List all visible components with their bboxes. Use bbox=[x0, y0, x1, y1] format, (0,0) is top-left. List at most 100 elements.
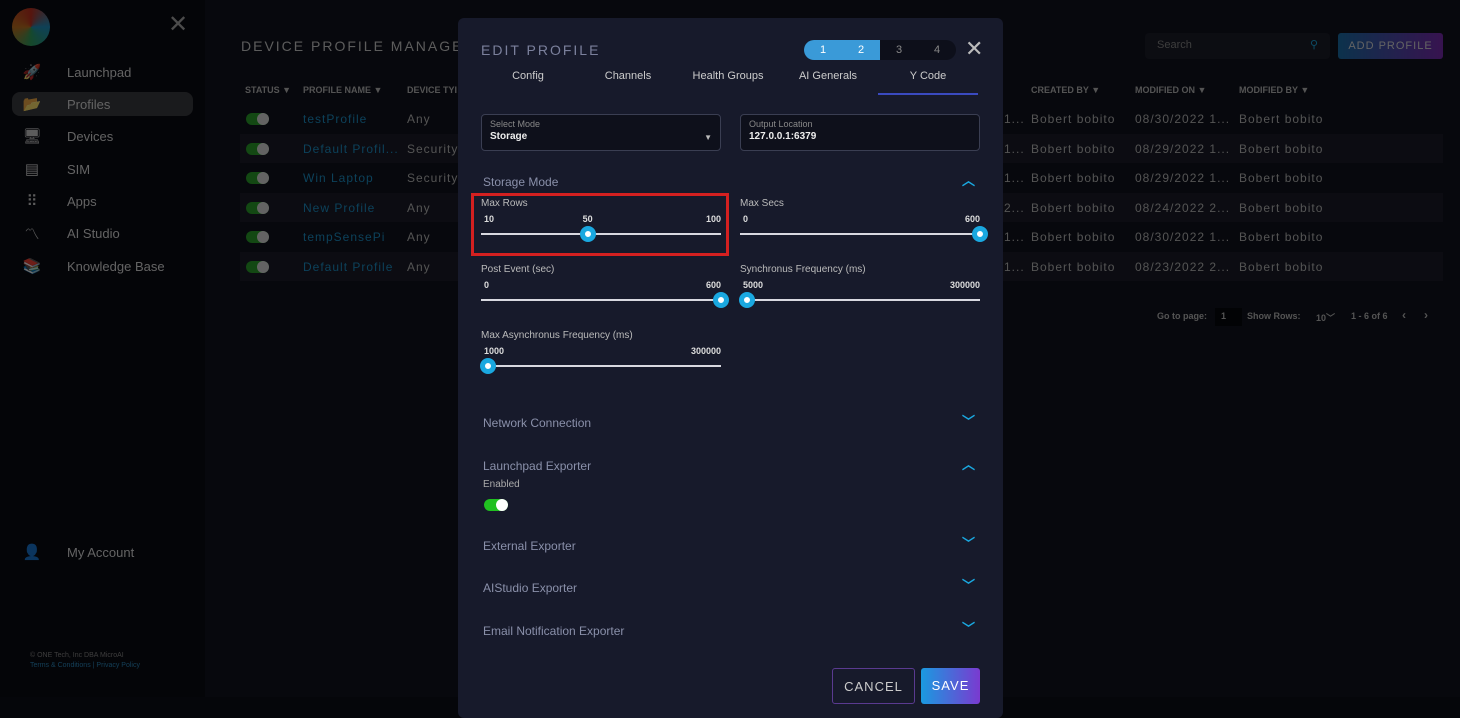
slider-max: 300000 bbox=[949, 280, 980, 290]
rows-per-page-select[interactable]: 10﹀ bbox=[1316, 311, 1335, 324]
ai-studio-icon: 〽 bbox=[24, 225, 40, 243]
output-location-input[interactable]: Output Location 127.0.0.1:6379 bbox=[740, 114, 980, 151]
launchpad-exporter-header[interactable]: Launchpad Exporter bbox=[483, 459, 591, 473]
slider-track[interactable] bbox=[481, 299, 721, 301]
device-type-cell: Security bbox=[407, 141, 459, 156]
chevron-down-icon[interactable]: ﹀ bbox=[962, 533, 975, 552]
modified-by-cell: Bobert bobito bbox=[1239, 171, 1324, 185]
chevron-down-icon[interactable]: ﹀ bbox=[962, 575, 975, 594]
slider-max: 600 bbox=[705, 280, 721, 290]
column-header-modified-by[interactable]: MODIFIED BY ▼ bbox=[1239, 85, 1309, 95]
column-header-modified-on[interactable]: MODIFIED ON ▼ bbox=[1135, 85, 1206, 95]
status-toggle[interactable] bbox=[246, 113, 269, 125]
modified-on-cell: 08/30/2022 1... bbox=[1135, 230, 1231, 244]
step-4[interactable]: 4 bbox=[918, 40, 956, 60]
slider-track[interactable] bbox=[740, 299, 980, 301]
modified-by-cell: Bobert bobito bbox=[1239, 141, 1324, 156]
modified-on-cell: 08/30/2022 1... bbox=[1135, 112, 1231, 126]
sidebar-item-ai-studio[interactable]: 〽 AI Studio bbox=[12, 221, 193, 245]
status-toggle[interactable] bbox=[246, 201, 269, 214]
slider-thumb[interactable] bbox=[739, 292, 756, 308]
slider-min: 5000 bbox=[743, 280, 764, 290]
column-header-profile-name[interactable]: PROFILE NAME ▼ bbox=[303, 85, 382, 95]
chevron-down-icon[interactable]: ﹀ bbox=[962, 411, 975, 430]
goto-page-input[interactable]: 1 bbox=[1215, 308, 1242, 326]
sidebar-item-my-account[interactable]: 👤 My Account bbox=[12, 540, 193, 564]
sidebar-item-knowledge-base[interactable]: 📚 Knowledge Base bbox=[12, 254, 193, 278]
slider-post-event-sec[interactable]: Post Event (sec) 0 600 bbox=[481, 264, 729, 324]
chevron-up-icon[interactable]: ︿ bbox=[962, 454, 975, 473]
status-toggle[interactable] bbox=[246, 142, 269, 155]
search-input[interactable]: Search ⚲ bbox=[1145, 33, 1330, 59]
profile-name-link[interactable]: testProfile bbox=[303, 112, 367, 126]
step-3[interactable]: 3 bbox=[880, 40, 918, 60]
save-button[interactable]: SAVE bbox=[921, 668, 980, 704]
tab-ai-generals[interactable]: AI Generals bbox=[778, 68, 878, 95]
network-connection-header[interactable]: Network Connection bbox=[483, 416, 591, 430]
sidebar-item-devices[interactable]: 🖥 Devices bbox=[12, 124, 193, 148]
sidebar-item-launchpad[interactable]: 🚀 Launchpad bbox=[12, 60, 193, 84]
slider-thumb[interactable] bbox=[972, 226, 988, 242]
step-1[interactable]: 1 bbox=[804, 40, 842, 60]
chevron-up-icon[interactable]: ︿ bbox=[962, 170, 975, 189]
slider-label: Synchronus Frequency (ms) bbox=[740, 264, 866, 275]
page-title: DEVICE PROFILE MANAGEM bbox=[241, 38, 478, 54]
slider-thumb[interactable] bbox=[713, 292, 729, 308]
slider-min: 0 bbox=[484, 280, 490, 290]
sidebar-item-sim[interactable]: ▤ SIM bbox=[12, 157, 193, 181]
column-header-device-type[interactable]: DEVICE TYI bbox=[407, 85, 457, 95]
chevron-down-icon[interactable]: ﹀ bbox=[962, 618, 975, 637]
grid-icon: ⠿ bbox=[26, 193, 38, 210]
slider-max-asynchronus-frequency-ms[interactable]: Max Asynchronus Frequency (ms) 1000 3000… bbox=[480, 330, 721, 390]
sidebar-item-apps[interactable]: ⠿ Apps bbox=[12, 189, 193, 213]
tab-channels[interactable]: Channels bbox=[578, 68, 678, 95]
prev-page-icon[interactable]: ‹ bbox=[1402, 308, 1406, 322]
sidebar-item-profiles[interactable]: 📂 Profiles bbox=[12, 92, 193, 116]
launchpad-enabled-toggle[interactable] bbox=[484, 499, 508, 511]
profile-name-link[interactable]: Win Laptop bbox=[303, 171, 374, 185]
modified-on-cell: 08/24/2022 2... bbox=[1135, 200, 1231, 215]
status-toggle[interactable] bbox=[246, 172, 269, 184]
slider-synchronus-frequency-ms[interactable]: Synchronus Frequency (ms) 5000 300000 bbox=[739, 264, 980, 324]
close-icon[interactable]: ✕ bbox=[965, 36, 983, 62]
search-icon[interactable]: ⚲ bbox=[1310, 38, 1318, 51]
storage-mode-header[interactable]: Storage Mode bbox=[483, 175, 558, 189]
clipped-cell: 2... bbox=[1004, 200, 1025, 215]
profile-name-link[interactable]: tempSensePi bbox=[303, 230, 385, 244]
column-header-created-by[interactable]: CREATED BY ▼ bbox=[1031, 85, 1100, 95]
profile-name-link[interactable]: New Profile bbox=[303, 201, 375, 215]
legal-links[interactable]: Terms & Conditions | Privacy Policy bbox=[30, 662, 140, 669]
tab-y-code[interactable]: Y Code bbox=[878, 68, 978, 95]
next-page-icon[interactable]: › bbox=[1424, 308, 1428, 322]
profile-name-link[interactable]: Default Profil... bbox=[303, 142, 399, 156]
slider-thumb[interactable] bbox=[480, 358, 497, 374]
show-rows-label: Show Rows: bbox=[1247, 311, 1301, 321]
slider-max-secs[interactable]: Max Secs 0 600 bbox=[740, 198, 988, 258]
select-mode-dropdown[interactable]: Select Mode Storage ▼ bbox=[481, 114, 721, 151]
device-type-cell: Security bbox=[407, 171, 459, 185]
edit-profile-modal: EDIT PROFILE 1 2 3 4 ✕ Config Channels H… bbox=[458, 18, 1003, 718]
sidebar: ✕ 🚀 Launchpad 📂 Profiles 🖥 Devices ▤ SIM ⠿ Ap… bbox=[0, 0, 205, 697]
slider-track[interactable] bbox=[481, 365, 721, 367]
tab-config[interactable]: Config bbox=[478, 68, 578, 95]
external-exporter-header[interactable]: External Exporter bbox=[483, 539, 576, 553]
close-sidebar-icon[interactable]: ✕ bbox=[168, 10, 188, 39]
add-profile-button[interactable]: ADD PROFILE bbox=[1338, 33, 1443, 59]
tab-bar: Config Channels Health Groups AI General… bbox=[478, 68, 978, 95]
copyright: © ONE Tech, Inc DBA MicroAI bbox=[30, 652, 124, 659]
clipped-cell: 1... bbox=[1004, 141, 1025, 156]
aistudio-exporter-header[interactable]: AIStudio Exporter bbox=[483, 581, 577, 595]
monitor-icon: 🖥 bbox=[22, 128, 42, 145]
step-2[interactable]: 2 bbox=[842, 40, 880, 60]
tab-health-groups[interactable]: Health Groups bbox=[678, 68, 778, 95]
cancel-button[interactable]: CANCEL bbox=[832, 668, 915, 704]
profile-name-link[interactable]: Default Profile bbox=[303, 260, 393, 274]
slider-track[interactable] bbox=[740, 233, 980, 235]
status-toggle[interactable] bbox=[246, 231, 269, 243]
email-notification-exporter-header[interactable]: Email Notification Exporter bbox=[483, 624, 624, 638]
slider-max: 600 bbox=[964, 214, 980, 224]
status-toggle[interactable] bbox=[246, 260, 269, 273]
column-header-status[interactable]: STATUS ▼ bbox=[245, 85, 291, 95]
folder-icon: 📂 bbox=[22, 96, 42, 113]
created-by-cell: Bobert bobito bbox=[1031, 141, 1116, 156]
